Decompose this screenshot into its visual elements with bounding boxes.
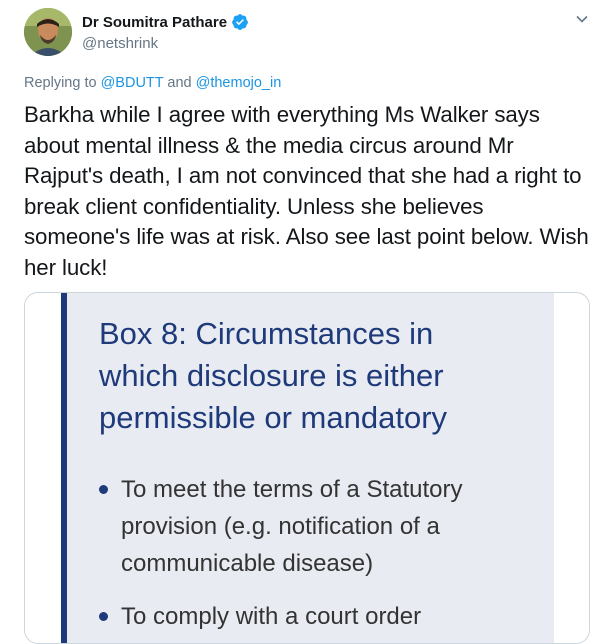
list-item: To comply with a court order (99, 598, 521, 635)
author-handle[interactable]: @netshrink (82, 35, 158, 52)
bullet-icon (99, 612, 108, 621)
reply-user-link[interactable]: @themojo_in (196, 75, 282, 91)
image-panel: Box 8: Circumstances in which disclosure… (61, 293, 554, 643)
verified-icon (232, 14, 248, 30)
bullet-text: To comply with a court order (121, 603, 422, 630)
avatar[interactable] (24, 8, 72, 56)
author-name-row: Dr Soumitra Pathare (82, 13, 249, 31)
reply-prefix: Replying to (24, 75, 101, 91)
tweet-image[interactable]: Box 8: Circumstances in which disclosure… (24, 292, 590, 644)
reply-user-link[interactable]: @BDUTT (101, 75, 164, 91)
bullet-list: To meet the terms of a Statutory provisi… (99, 471, 521, 643)
bullet-icon (99, 485, 108, 494)
bullet-text: To meet the terms of a Statutory provisi… (121, 476, 463, 577)
reply-joiner: and (163, 75, 196, 91)
box-title: Box 8: Circumstances in which disclosure… (99, 316, 448, 435)
author-display-name[interactable]: Dr Soumitra Pathare (82, 14, 227, 31)
list-item: To meet the terms of a Statutory provisi… (99, 471, 521, 582)
tweet-text: Barkha while I agree with everything Ms … (24, 102, 589, 280)
accent-bar (61, 293, 67, 643)
replying-to-line: Replying to @BDUTT and @themojo_in (24, 75, 281, 91)
chevron-down-icon[interactable] (575, 12, 589, 26)
